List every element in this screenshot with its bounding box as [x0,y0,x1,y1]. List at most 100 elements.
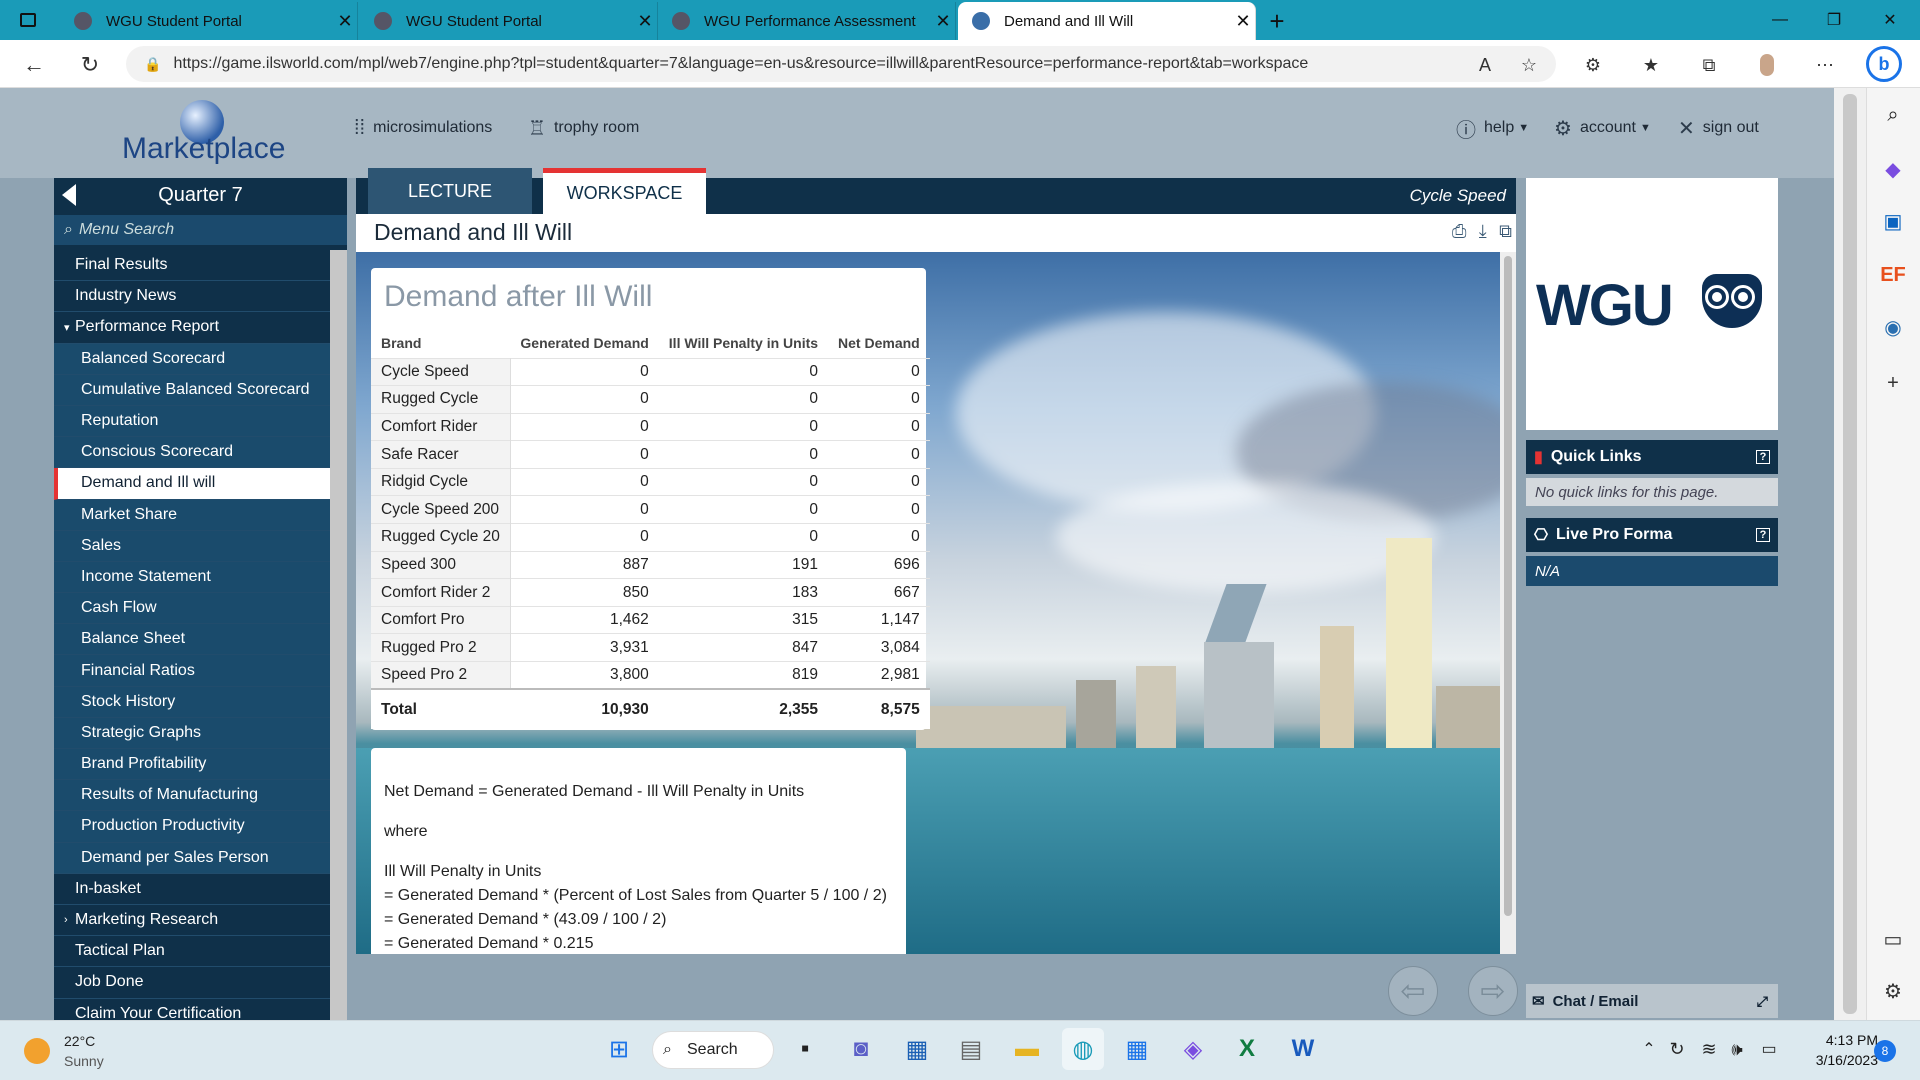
help-icon[interactable]: ? [1756,450,1770,464]
excel-icon[interactable]: X [1226,1028,1268,1070]
menu-item[interactable]: Claim Your Certification [54,998,330,1020]
help-icon[interactable]: ? [1756,528,1770,542]
favorites-icon[interactable]: ★ [1636,52,1666,78]
word-icon[interactable]: W [1282,1028,1324,1070]
menu-search-input[interactable]: ⌕ Menu Search [54,215,347,245]
close-window-icon[interactable]: ✕ [1862,0,1918,40]
tab-lecture[interactable]: LECTURE [368,168,532,214]
close-tab-icon[interactable]: ✕ [633,11,657,32]
teams-chat-icon[interactable]: ◙ [840,1028,882,1070]
page-scrollbar[interactable] [1834,88,1866,1020]
tab-actions-icon[interactable] [14,6,42,34]
menu-item[interactable]: Results of Manufacturing [54,780,330,812]
chat-email-button[interactable]: ✉ Chat / Email ⤢ [1526,984,1778,1018]
menu-item[interactable]: Financial Ratios [54,655,330,687]
trophy-room-link[interactable]: ♖ trophy room [528,112,639,144]
extensions-icon[interactable]: ⚙ [1578,52,1608,78]
close-tab-icon[interactable]: ✕ [1231,11,1255,32]
menu-item[interactable]: Market Share [54,499,330,531]
calculator-icon[interactable]: ▤ [950,1028,992,1070]
collapse-arrow-icon[interactable] [62,184,76,206]
add-app-plus-icon[interactable]: + [1876,366,1910,400]
menu-item[interactable]: Cash Flow [54,593,330,625]
menu-item[interactable]: Final Results [54,250,330,282]
live-pro-forma-header[interactable]: ⎔ Live Pro Forma? [1526,518,1778,552]
download-icon[interactable]: ⤓ [1479,221,1487,242]
read-aloud-icon[interactable]: A [1470,52,1500,78]
menu-item[interactable]: Stock History [54,686,330,718]
menu-item[interactable]: Industry News [54,281,330,313]
notification-badge[interactable]: 8 [1874,1040,1896,1062]
copilot-app-icon[interactable]: ◈ [1172,1028,1214,1070]
more-menu-icon[interactable]: ⋯ [1810,52,1840,78]
refresh-icon[interactable]: ↻ [72,50,108,80]
expand-icon[interactable]: ⤢ [1757,993,1768,1010]
browser-tab-active[interactable]: Demand and Ill Will ✕ [958,2,1256,40]
value-cell: 0 [828,357,930,386]
workspace-scrollbar[interactable] [1500,252,1516,954]
close-tab-icon[interactable]: ✕ [333,11,357,32]
profile-avatar-icon[interactable] [1752,52,1782,78]
weather-widget[interactable]: 22°C Sunny [24,1030,104,1072]
sidebar-toggle-icon[interactable]: ▭ [1876,922,1910,956]
settings-gear-icon[interactable]: ⚙ [1876,974,1910,1008]
tab-workspace[interactable]: WORKSPACE [543,168,706,214]
add-favorite-icon[interactable]: ☆ [1514,52,1544,78]
brand-cell: Comfort Rider 2 [371,578,511,607]
edge-browser-icon[interactable]: ◍ [1062,1028,1104,1070]
menu-item[interactable]: Tactical Plan [54,936,330,968]
menu-item[interactable]: Brand Profitability [54,749,330,781]
taskbar-search[interactable]: ⌕ Search [652,1031,774,1069]
menu-item[interactable]: Demand and Ill will [54,468,330,500]
restore-icon[interactable]: ❐ [1806,0,1862,40]
app-globe-icon[interactable]: ◉ [1876,310,1910,344]
new-tab-plus-icon[interactable]: + [1262,6,1292,36]
menu-item[interactable]: ▾ Performance Report [54,312,330,344]
back-arrow-icon[interactable]: ← [16,50,52,80]
microsimulations-link[interactable]: ⁞⁞ microsimulations [354,112,492,144]
menu-item[interactable]: › Marketing Research [54,904,330,937]
menu-item[interactable]: Reputation [54,405,330,438]
menu-item[interactable]: Strategic Graphs [54,717,330,749]
calendar-icon[interactable]: ▦ [1116,1028,1158,1070]
bing-icon[interactable]: b [1866,46,1902,82]
popout-icon[interactable]: ⧉ [1499,221,1512,242]
menu-item[interactable]: Job Done [54,967,330,999]
battery-icon[interactable]: ▭ [1748,1028,1790,1070]
menu-item[interactable]: Demand per Sales Person [54,842,330,874]
ef-app-icon[interactable]: EF [1876,258,1910,292]
next-arrow-icon[interactable]: ⇨ [1468,966,1518,1016]
menu-item[interactable]: Production Productivity [54,811,330,843]
browser-tab[interactable]: WGU Student Portal ✕ [60,2,358,40]
file-explorer-icon[interactable]: ▬ [1006,1028,1048,1070]
account-menu[interactable]: ⚙ account ▼ [1554,112,1651,144]
menu-item[interactable]: Cumulative Balanced Scorecard [54,374,330,406]
menu-item[interactable]: Conscious Scorecard [54,437,330,469]
marketplace-logo[interactable]: Marketplace [122,100,292,170]
menu-item[interactable]: Sales [54,530,330,562]
print-icon[interactable]: ⎙ [1452,221,1466,242]
url-field[interactable]: 🔒 https://game.ilsworld.com/mpl/web7/engi… [126,46,1556,82]
menu-item[interactable]: Income Statement [54,561,330,594]
start-windows-icon[interactable]: ⊞ [598,1028,640,1070]
outlook-icon[interactable]: ▣ [1876,204,1910,238]
previous-arrow-icon[interactable]: ⇦ [1388,966,1438,1016]
close-tab-icon[interactable]: ✕ [931,11,955,32]
table-row: Speed Pro 2 3,800 819 2,981 [371,661,930,690]
task-view-icon[interactable]: ▪ [784,1028,826,1070]
quarter-header[interactable]: Quarter 7 [54,178,347,212]
store-icon[interactable]: ▦ [896,1028,938,1070]
clock[interactable]: 4:13 PM 3/16/2023 [1788,1030,1878,1070]
browser-tab[interactable]: WGU Performance Assessment ✕ [658,2,956,40]
minimize-icon[interactable]: — [1752,0,1808,40]
collections-icon[interactable]: ⧉ [1694,52,1724,78]
search-icon[interactable]: ⌕ [1876,98,1910,132]
menu-item[interactable]: Balance Sheet [54,624,330,656]
sign-out-link[interactable]: ✕ sign out [1678,112,1759,144]
menu-scrollbar[interactable] [330,250,347,1020]
help-menu[interactable]: ⓘ help ▼ [1456,112,1529,144]
copilot-icon[interactable]: ◆ [1876,152,1910,186]
browser-tab[interactable]: WGU Student Portal ✕ [360,2,658,40]
menu-item[interactable]: In-basket [54,873,330,905]
menu-item[interactable]: Balanced Scorecard [54,343,330,375]
